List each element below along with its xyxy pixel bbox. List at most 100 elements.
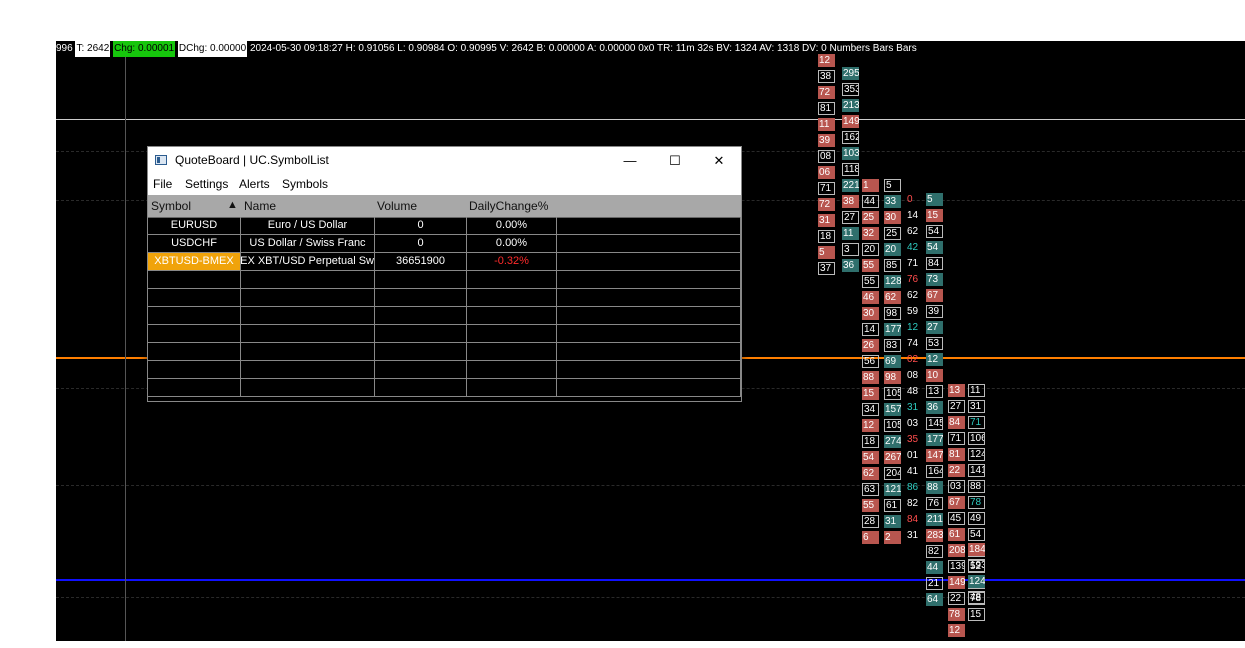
symbol-grid[interactable]: Symbol ▲ Name Volume DailyChange% EURUSD…: [148, 195, 741, 401]
column-header-name[interactable]: Name: [244, 199, 276, 213]
cell-name[interactable]: [241, 325, 375, 342]
status-prefix: 996: [56, 43, 73, 54]
cell-symbol[interactable]: [148, 361, 241, 378]
cell-volume[interactable]: [375, 271, 467, 288]
cell-name[interactable]: [241, 289, 375, 306]
cell-name[interactable]: MEX XBT/USD Perpetual Sw: [241, 253, 375, 270]
maximize-button[interactable]: ☐: [653, 147, 697, 175]
cell-empty[interactable]: [557, 235, 741, 252]
footprint-cell: 84: [907, 514, 919, 525]
footprint-cell: 13: [926, 385, 943, 398]
footprint-cell: 39: [926, 305, 943, 318]
status-change: Chg: 0.00001: [113, 41, 176, 57]
cell-symbol[interactable]: [148, 307, 241, 324]
menu-symbols[interactable]: Symbols: [282, 177, 328, 191]
footprint-cell: 147: [926, 449, 943, 462]
table-row[interactable]: [148, 379, 741, 397]
menu-alerts[interactable]: Alerts: [239, 177, 270, 191]
cell-name[interactable]: [241, 307, 375, 324]
table-row[interactable]: [148, 271, 741, 289]
cell-volume[interactable]: [375, 289, 467, 306]
table-row[interactable]: EURUSD Euro / US Dollar 0 0.00%: [148, 217, 741, 235]
cell-volume[interactable]: 0: [375, 217, 467, 234]
cell-empty[interactable]: [557, 217, 741, 234]
title-bar[interactable]: QuoteBoard | UC.SymbolList — ☐ ✕: [148, 147, 741, 175]
cell-name[interactable]: [241, 361, 375, 378]
cell-symbol[interactable]: EURUSD: [148, 217, 241, 234]
footprint-cell: 71: [907, 258, 919, 269]
table-row[interactable]: XBTUSD-BMEX MEX XBT/USD Perpetual Sw 36651…: [148, 253, 741, 271]
cell-symbol[interactable]: [148, 379, 241, 396]
cell-name[interactable]: Euro / US Dollar: [241, 217, 375, 234]
cell-volume[interactable]: [375, 361, 467, 378]
cell-change[interactable]: [467, 271, 557, 288]
cell-volume[interactable]: [375, 343, 467, 360]
cell-change[interactable]: [467, 289, 557, 306]
footprint-cell: 45: [948, 512, 965, 525]
cell-volume[interactable]: [375, 307, 467, 324]
cell-empty[interactable]: [557, 379, 741, 396]
cell-empty[interactable]: [557, 289, 741, 306]
table-row[interactable]: [148, 361, 741, 379]
footprint-cell: 22: [948, 592, 965, 605]
footprint-cell: 55: [862, 259, 879, 272]
footprint-cell: 21: [926, 577, 943, 590]
cell-change[interactable]: 0.00%: [467, 217, 557, 234]
cell-empty[interactable]: [557, 253, 741, 270]
footprint-cell: 98: [884, 307, 901, 320]
footprint-cell: 15: [926, 209, 943, 222]
cell-volume[interactable]: 0: [375, 235, 467, 252]
cell-name[interactable]: [241, 379, 375, 396]
footprint-cell: 01: [907, 450, 919, 461]
cell-symbol[interactable]: [148, 271, 241, 288]
footprint-cell: 48: [907, 386, 919, 397]
close-button[interactable]: ✕: [697, 147, 741, 175]
cell-symbol[interactable]: USDCHF: [148, 235, 241, 252]
cell-volume[interactable]: [375, 325, 467, 342]
table-row[interactable]: [148, 307, 741, 325]
cell-change[interactable]: [467, 361, 557, 378]
cell-symbol[interactable]: XBTUSD-BMEX: [148, 253, 241, 270]
column-header-dailychange[interactable]: DailyChange%: [469, 199, 548, 213]
cell-change[interactable]: [467, 325, 557, 342]
horizontal-line-blue[interactable]: [56, 579, 1245, 581]
cell-symbol[interactable]: [148, 325, 241, 342]
footprint-cell: 12: [907, 322, 919, 333]
table-row[interactable]: USDCHF US Dollar / Swiss Franc 0 0.00%: [148, 235, 741, 253]
footprint-cell: 86: [907, 482, 919, 493]
cell-change[interactable]: [467, 379, 557, 396]
cell-symbol[interactable]: [148, 343, 241, 360]
menu-settings[interactable]: Settings: [185, 177, 228, 191]
cell-empty[interactable]: [557, 325, 741, 342]
column-header-symbol[interactable]: Symbol: [151, 199, 191, 213]
footprint-cell: 31: [907, 530, 919, 541]
quoteboard-window[interactable]: QuoteBoard | UC.SymbolList — ☐ ✕ File Se…: [147, 146, 742, 402]
footprint-cell: 49: [968, 512, 985, 525]
menu-file[interactable]: File: [153, 177, 172, 191]
footprint-cell: 0: [907, 194, 913, 205]
cell-name[interactable]: [241, 343, 375, 360]
cell-empty[interactable]: [557, 361, 741, 378]
column-header-volume[interactable]: Volume: [377, 199, 417, 213]
table-row[interactable]: [148, 325, 741, 343]
cell-change[interactable]: [467, 343, 557, 360]
cell-volume[interactable]: [375, 379, 467, 396]
minimize-button[interactable]: —: [608, 147, 652, 175]
cell-empty[interactable]: [557, 343, 741, 360]
footprint-cell: 84: [948, 416, 965, 429]
cell-name[interactable]: [241, 271, 375, 288]
table-row[interactable]: [148, 289, 741, 307]
footprint-cell: 25: [884, 227, 901, 240]
cell-symbol[interactable]: [148, 289, 241, 306]
horizontal-line-white[interactable]: [56, 119, 1245, 120]
cell-empty[interactable]: [557, 307, 741, 324]
sort-ascending-icon[interactable]: ▲: [227, 199, 238, 211]
cell-empty[interactable]: [557, 271, 741, 288]
table-row[interactable]: [148, 343, 741, 361]
cell-name[interactable]: US Dollar / Swiss Franc: [241, 235, 375, 252]
footprint-cell: 12: [926, 353, 943, 366]
cell-volume[interactable]: 36651900: [375, 253, 467, 270]
cell-change[interactable]: 0.00%: [467, 235, 557, 252]
cell-change[interactable]: -0.32%: [467, 253, 557, 270]
cell-change[interactable]: [467, 307, 557, 324]
